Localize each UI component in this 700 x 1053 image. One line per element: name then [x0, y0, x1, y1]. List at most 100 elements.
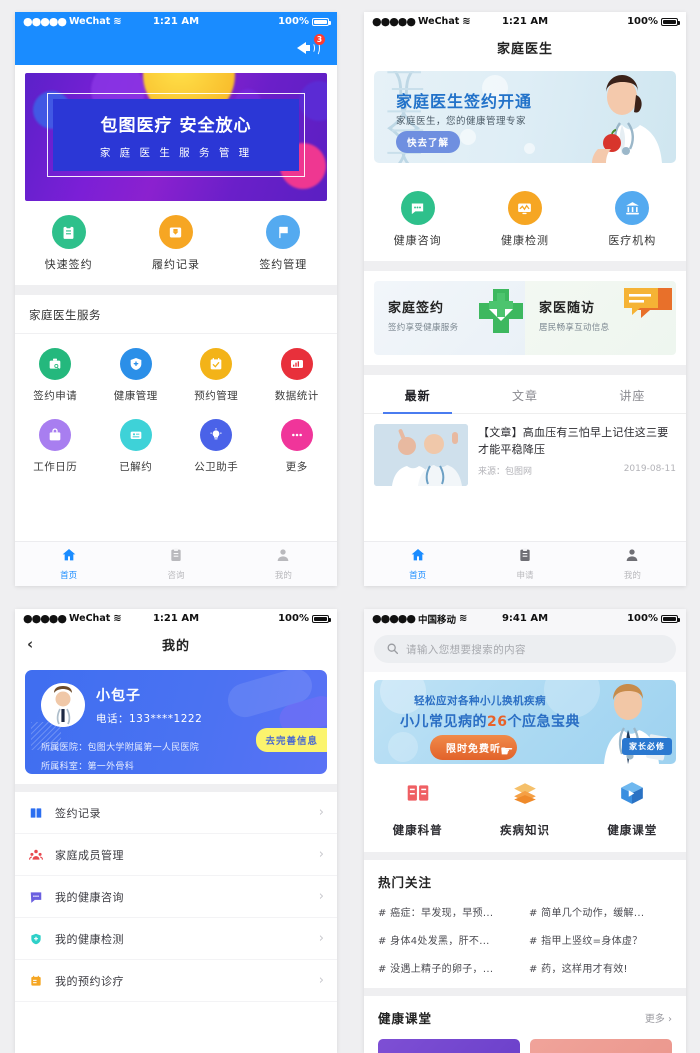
banner-tag: 家长必修 — [622, 738, 672, 755]
news-list-item[interactable]: 【文章】高血压有三怕早上记住这三要才能平稳降压 来源：包图网 2019-08-1… — [364, 414, 686, 486]
tab-label: 我的 — [623, 571, 641, 581]
health-plus-icon — [28, 931, 44, 947]
tab-apply[interactable]: 申请 — [471, 542, 578, 586]
service-item-data-stats[interactable]: 数据统计 — [257, 348, 338, 403]
clipboard-icon — [168, 547, 184, 566]
list-item-family-members[interactable]: 家庭成员管理 › — [15, 834, 337, 876]
chevron-right-icon: › — [318, 931, 324, 946]
flag-icon — [266, 215, 301, 249]
nav-bar: ‹ 我的 — [15, 628, 337, 660]
tab-lectures[interactable]: 讲座 — [579, 375, 686, 413]
banner-line2: 小儿常见病的26个应急宝典 — [400, 711, 580, 731]
blue-header-bar: 3 — [15, 31, 337, 65]
card-title: 热门关注 — [378, 875, 433, 890]
chevron-right-icon: › — [318, 973, 324, 988]
tab-latest[interactable]: 最新 — [364, 375, 471, 414]
quick-action-label: 健康咨询 — [393, 234, 442, 247]
list-item-my-health-check[interactable]: 我的健康检测 › — [15, 918, 337, 960]
quick-action-health-consult[interactable]: 健康咨询 — [364, 191, 471, 248]
section-title: 家庭医生服务 — [15, 295, 337, 334]
quick-action-label: 健康课堂 — [607, 823, 658, 837]
quick-action-label: 履约记录 — [151, 258, 200, 271]
section-divider — [364, 852, 686, 860]
section-divider — [364, 365, 686, 375]
hot-topic-item[interactable]: # 没遇上精子的卵子，... — [378, 960, 521, 975]
quick-action-disease-knowledge[interactable]: 疾病知识 — [471, 778, 578, 838]
service-item-public-health-assistant[interactable]: 公卫助手 — [176, 419, 257, 474]
news-title: 【文章】高血压有三怕早上记住这三要才能平稳降压 — [478, 426, 669, 457]
tab-consult[interactable]: 咨询 — [122, 542, 229, 586]
quick-action-health-classroom[interactable]: 健康课堂 — [579, 778, 686, 838]
service-item-more[interactable]: 更多 — [257, 419, 338, 474]
chevron-right-icon: › — [318, 805, 324, 820]
hot-topic-item[interactable]: # 指甲上竖纹=身体虚？ — [529, 932, 672, 947]
banner-cta-button[interactable]: 快去了解 — [396, 131, 461, 153]
quick-action-fast-sign[interactable]: 快速签约 — [15, 215, 122, 272]
section-divider — [364, 988, 686, 996]
briefcase-search-icon — [39, 348, 72, 380]
profile-name: 小包子 — [96, 687, 141, 704]
chevron-left-icon[interactable]: ‹ — [27, 635, 34, 653]
service-item-terminated[interactable]: 已解约 — [96, 419, 177, 474]
tab-mine[interactable]: 我的 — [579, 542, 686, 586]
banner-line2-a: 小儿常见病的 — [400, 714, 487, 730]
service-item-appointment-manage[interactable]: 预约管理 — [176, 348, 257, 403]
bag-icon — [39, 419, 72, 451]
list-item-my-appointment[interactable]: 我的预约诊疗 › — [15, 960, 337, 1002]
hot-topic-item[interactable]: # 药，这样用才有效! — [529, 960, 672, 975]
content-tabs: 最新 文章 讲座 — [364, 375, 686, 414]
inbox-icon — [158, 215, 193, 249]
service-label: 预约管理 — [194, 390, 239, 402]
banner-line2-c: 个应急宝典 — [507, 714, 580, 730]
status-bar: ●●●●● WeChat ≋ 1:21 AM 100% — [364, 12, 686, 31]
battery-percent: 100% — [627, 613, 658, 624]
promo-banner[interactable]: 家庭医生签约开通 家庭医生，您的健康管理专家 快去了解 — [374, 71, 676, 163]
service-item-health-manage[interactable]: 健康管理 — [96, 348, 177, 403]
profile-card: 小包子 电话：133****1222 所属医院：包图大学附属第一人民医院 所属科… — [25, 670, 327, 774]
hero-banner[interactable]: 包图医疗 安全放心 家 庭 医 生 服 务 管 理 — [25, 73, 327, 201]
promo-banner[interactable]: 轻松应对各种小儿换机疾病 小儿常见病的26个应急宝典 限时免费听 ☛ 家长必修 — [374, 680, 676, 764]
list-item-sign-records[interactable]: 签约记录 › — [15, 792, 337, 834]
hot-topic-item[interactable]: # 身体4处发黑，肝不... — [378, 932, 521, 947]
news-thumbnail — [374, 424, 468, 486]
bottom-tab-bar: 首页 咨询 我的 — [15, 541, 337, 586]
cross-pharmacy-icon — [479, 289, 523, 333]
search-input[interactable]: 请输入您想要搜索的内容 — [374, 635, 676, 663]
promo-card-family-sign[interactable]: 家庭签约 签约享受健康服务 — [374, 281, 525, 355]
quick-action-health-check[interactable]: 健康检测 — [471, 191, 578, 248]
service-item-work-calendar[interactable]: 工作日历 — [15, 419, 96, 474]
status-bar: ●●●●● 中国移动 ≋ 9:41 AM 100% — [364, 609, 686, 628]
service-item-sign-apply[interactable]: 签约申请 — [15, 348, 96, 403]
chevron-right-icon: › — [318, 847, 324, 862]
list-item-label: 我的健康咨询 — [55, 890, 124, 904]
hot-topic-item[interactable]: # 简单几个动作，缓解... — [529, 904, 672, 919]
list-item-my-consult[interactable]: 我的健康咨询 › — [15, 876, 337, 918]
course-card[interactable]: 十degree有家课堂联合 — [378, 1039, 520, 1053]
quick-action-sign-manage[interactable]: 签约管理 — [230, 215, 337, 272]
course-card[interactable] — [530, 1039, 672, 1053]
tab-home[interactable]: 首页 — [364, 542, 471, 586]
list-item-label: 家庭成员管理 — [55, 848, 124, 862]
quick-action-medical-institution[interactable]: 医疗机构 — [579, 191, 686, 248]
page-title: 我的 — [161, 638, 190, 654]
dual-promo-cards: 家庭签约 签约享受健康服务 家医随访 居民畅享互动信息 — [374, 281, 676, 355]
screenshot-stage: 包图网 包图网 包图网 包图网 ●●●●● WeChat ≋ 1:21 AM 1… — [0, 0, 700, 1053]
more-link[interactable]: 更多 › — [645, 1010, 672, 1025]
shield-plus-icon — [119, 348, 152, 380]
card-title: 健康课堂 — [378, 1011, 433, 1026]
hot-topic-item[interactable]: # 癌症：早发现，早预... — [378, 904, 521, 919]
tab-label: 文章 — [511, 389, 538, 403]
calendar-icon — [28, 973, 44, 989]
tab-home[interactable]: 首页 — [15, 542, 122, 586]
banner-subtitle: 家 庭 医 生 服 务 管 理 — [99, 146, 253, 159]
quick-action-health-popular-science[interactable]: 健康科普 — [364, 778, 471, 838]
battery-percent: 100% — [278, 16, 309, 27]
announcement-button[interactable]: 3 — [297, 34, 325, 59]
quick-action-履约记录[interactable]: 履约记录 — [122, 215, 229, 272]
tab-label: 咨询 — [167, 571, 185, 581]
search-bar-container: 请输入您想要搜索的内容 — [364, 628, 686, 672]
tab-articles[interactable]: 文章 — [471, 375, 578, 413]
tab-mine[interactable]: 我的 — [230, 542, 337, 586]
complete-profile-button[interactable]: 去完善信息 — [256, 728, 327, 752]
promo-card-followup[interactable]: 家医随访 居民畅享互动信息 — [525, 281, 676, 355]
